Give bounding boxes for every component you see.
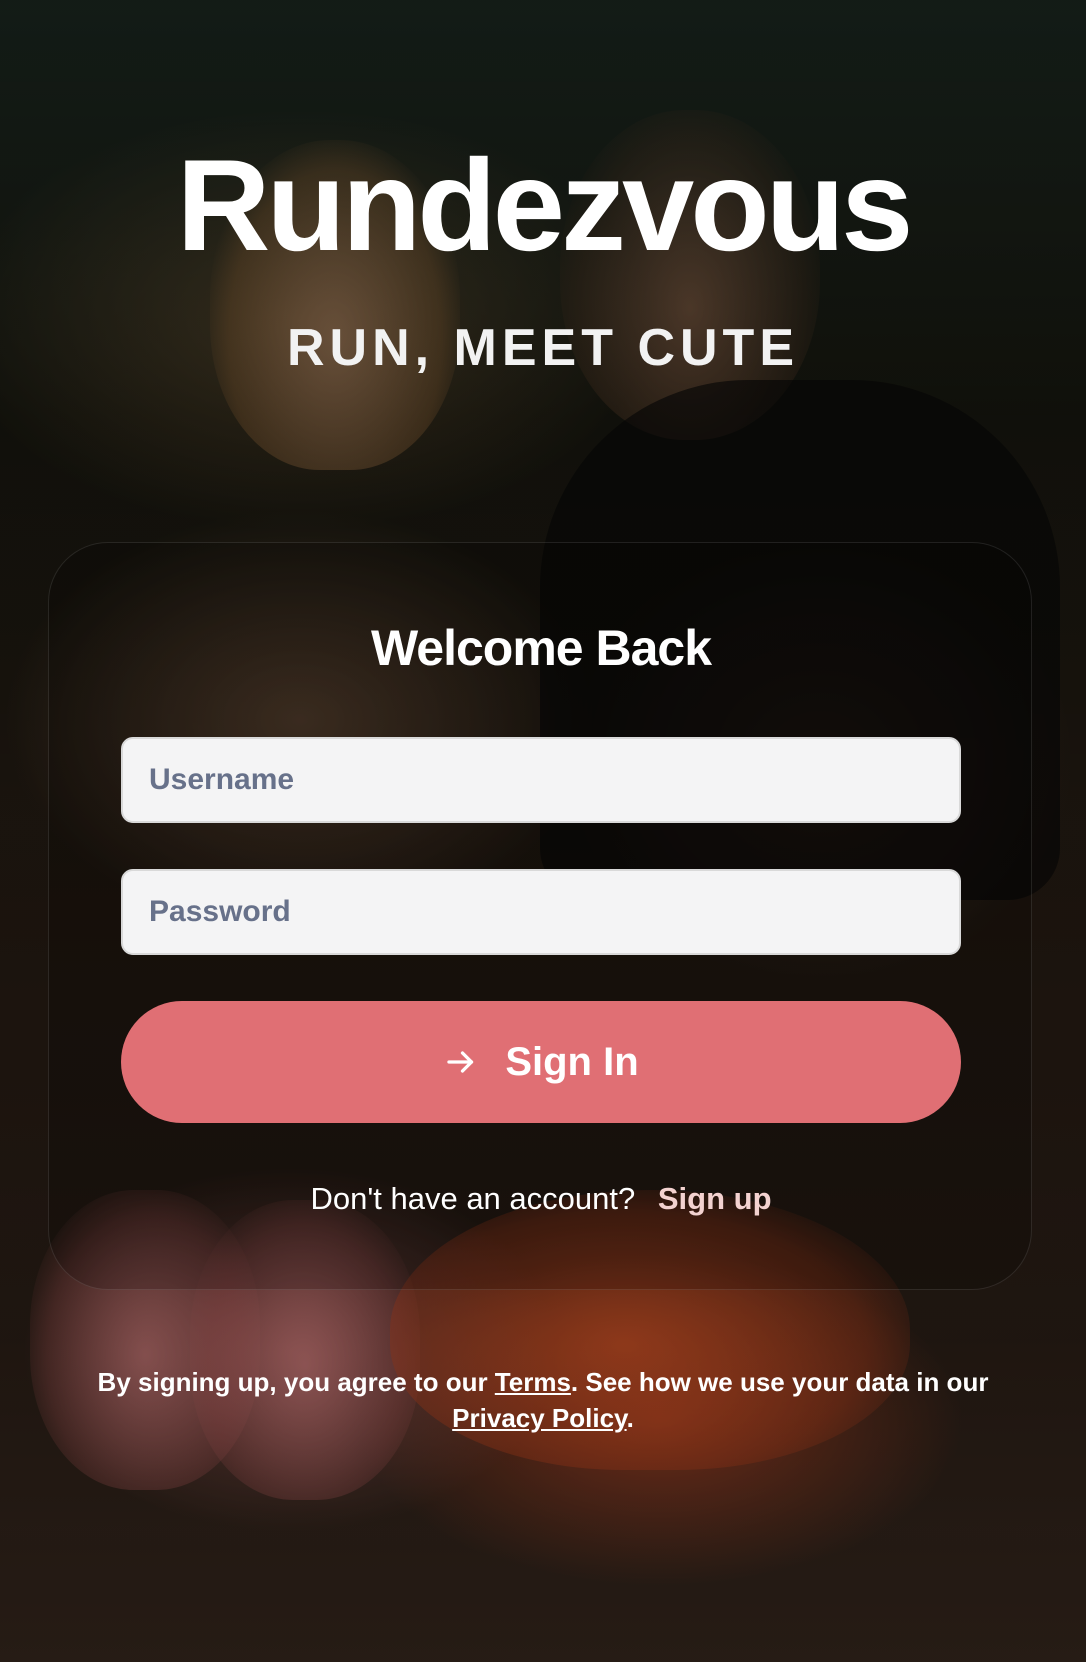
sign-in-button[interactable]: Sign In bbox=[121, 1001, 961, 1123]
privacy-policy-link[interactable]: Privacy Policy bbox=[452, 1403, 626, 1433]
signup-row: Don't have an account? Sign up bbox=[49, 1181, 1033, 1217]
app-logo: Rundezvous bbox=[176, 132, 914, 278]
password-input[interactable] bbox=[121, 869, 961, 955]
app-tagline: RUN, MEET CUTE bbox=[287, 319, 799, 377]
legal-middle: . See how we use your data in our bbox=[570, 1367, 989, 1397]
sign-in-label: Sign In bbox=[505, 1039, 639, 1084]
legal-notice: By signing up, you agree to our Terms. S… bbox=[60, 1364, 1026, 1436]
legal-prefix: By signing up, you agree to our bbox=[97, 1367, 495, 1397]
login-title: Welcome Back bbox=[370, 620, 712, 676]
signup-prompt: Don't have an account? bbox=[310, 1181, 636, 1216]
login-card: Welcome Back Sign In Don't have an accou… bbox=[48, 542, 1032, 1290]
arrow-right-icon bbox=[443, 1044, 479, 1080]
terms-link[interactable]: Terms bbox=[495, 1367, 571, 1397]
username-input[interactable] bbox=[121, 737, 961, 823]
legal-suffix: . bbox=[626, 1403, 634, 1433]
sign-up-link[interactable]: Sign up bbox=[658, 1181, 772, 1216]
